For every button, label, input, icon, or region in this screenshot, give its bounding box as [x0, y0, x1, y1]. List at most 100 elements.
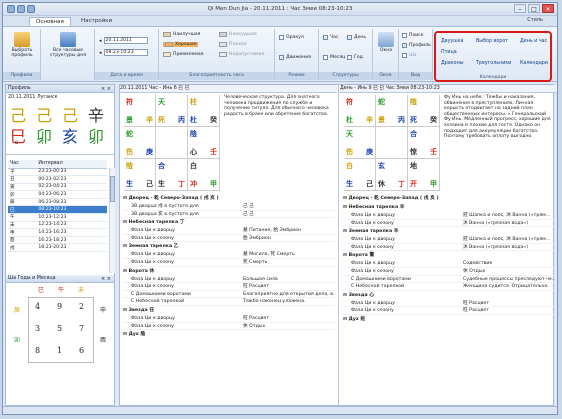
palace-cell[interactable]: 柱杜 癸	[188, 95, 220, 127]
table-row[interactable]: 申 14:23-16:23	[8, 228, 107, 237]
date-field[interactable]: 20.11.2011	[103, 37, 148, 44]
palace-glyph: 陰	[190, 129, 197, 138]
section-header[interactable]: ⊟ Земная тарелка 乙	[123, 243, 335, 251]
interval-cell: 10:23-12:23	[36, 213, 107, 222]
date-prev-icon[interactable]: ◂	[99, 38, 102, 44]
palace-cell[interactable]: 玄休 丁	[376, 159, 408, 191]
palace-cell[interactable]: 白生 己	[344, 159, 376, 191]
hour-cell: 申	[8, 228, 37, 237]
calendar-link-dragons[interactable]: Драконы	[441, 61, 464, 66]
table-row[interactable]: 寅 02:23-04:23	[8, 183, 107, 192]
info-section: ⊟ Ворота 休 Фаза Ци к дворцу Большая сила Фа…	[123, 268, 335, 306]
column-header-hour[interactable]: Час	[8, 160, 37, 169]
section-header[interactable]: ⊟ Звезда 任	[123, 307, 335, 315]
interval-cell: 14:23-16:23	[36, 228, 107, 237]
section-header[interactable]: ⊟ Дух 陰	[123, 331, 335, 339]
group-all-hours: Все часовые структуры дня	[41, 29, 95, 80]
palace-glyph: 天	[158, 97, 165, 106]
section-row: Фаза Ци к сезону 沐 Ванна («грязная вода»)	[343, 244, 555, 252]
calendar-link-dvuushka[interactable]: Двуушка	[441, 39, 463, 44]
month-checkbox[interactable]	[323, 55, 328, 60]
palace-cell[interactable]	[376, 127, 408, 159]
close-icon[interactable]: × ×	[101, 275, 111, 283]
section-header[interactable]: ⊟ Звезда 心	[343, 292, 555, 300]
close-icon[interactable]: × ×	[101, 85, 111, 93]
table-row[interactable]: 巳 08:23-10:23	[8, 205, 107, 215]
section-header[interactable]: ⊟ Ворота 休	[123, 268, 335, 276]
palace-glyph: 伤	[346, 147, 353, 156]
windows-button[interactable]: Окна	[376, 32, 396, 53]
calendar-link-gates[interactable]: Выбор ворот	[476, 39, 508, 44]
column-header-interval[interactable]: Интервал	[36, 160, 107, 169]
palace-cell[interactable]: 陰生 己	[124, 159, 156, 191]
tab-settings[interactable]: Настройки	[75, 17, 118, 26]
table-row[interactable]: 戌 18:23-20:23	[8, 243, 107, 253]
tab-main[interactable]: Основная	[29, 17, 71, 26]
palace-cell[interactable]: 符景 辛	[124, 95, 156, 127]
palace-glyph: 合	[410, 129, 417, 138]
oracle-checkbox[interactable]	[279, 35, 284, 40]
palace-glyph: 蛇	[126, 129, 133, 138]
section-row: Фаза Ци к сезону 旺 Расцвет	[343, 307, 555, 315]
section-row: 3В дворца 亥 в пустоте для 己 己	[123, 211, 335, 219]
section-row: С Небесной тарелкой Тяжба наконец улажена…	[123, 298, 335, 306]
palace-cell[interactable]	[156, 127, 188, 159]
interval-cell: 18:23-20:23	[36, 243, 107, 253]
table-row[interactable]: 午 10:23-12:23	[8, 213, 107, 222]
minimize-button[interactable]: –	[514, 4, 526, 13]
palace-cell[interactable]: 合生 丁	[156, 159, 188, 191]
palace-cell[interactable]: 蛇伤 庚	[124, 127, 156, 159]
palace-cell[interactable]: 天伤 庚	[344, 127, 376, 159]
palace-glyph: 休	[378, 179, 385, 188]
hour-checkbox[interactable]: ✓	[323, 35, 328, 40]
table-row[interactable]: 辰 06:23-08:23	[8, 198, 107, 207]
year-checkbox[interactable]	[347, 55, 352, 60]
palace-cell[interactable]: 符杜 辛	[344, 95, 376, 127]
luck-swatch	[219, 42, 227, 47]
hours-scrollbar[interactable]	[109, 168, 115, 273]
palace-cell[interactable]: 天死 丙	[156, 95, 188, 127]
style-menu[interactable]: Стиль	[527, 17, 543, 23]
calendar-link-bird[interactable]: Птица	[441, 50, 457, 55]
table-row[interactable]: 未 12:23-14:23	[8, 221, 107, 230]
palace-cell[interactable]: 陰死 癸	[408, 95, 440, 127]
profile-checkbox[interactable]: ✓	[402, 43, 407, 48]
palace-cell[interactable]: 陰心 壬	[188, 127, 220, 159]
search-checkbox[interactable]	[402, 33, 407, 38]
palace-cell[interactable]: 合惊 壬	[408, 127, 440, 159]
section-header[interactable]: ⊟ Ворота 驚	[343, 252, 555, 260]
calendar-link-day-hour[interactable]: День и час	[520, 39, 547, 44]
section-header[interactable]: ⊟ Дворец - 乾 Северо-Запад ( 戌 亥 )	[343, 195, 555, 203]
palace-cell[interactable]: 白冲 甲	[188, 159, 220, 191]
table-row[interactable]: 丑 00:23-02:23	[8, 175, 107, 184]
time-field[interactable]: 08:23-10:23	[103, 49, 148, 56]
palace-cell[interactable]: 蛇景 丙	[376, 95, 408, 127]
section-header[interactable]: ⊟ Дух 蛇	[343, 316, 555, 324]
table-row[interactable]: 卯 04:23-06:23	[8, 190, 107, 199]
section-header[interactable]: ⊟ Небесная тарелка 丁	[123, 219, 335, 227]
palace-cell[interactable]: 地开 甲	[408, 159, 440, 191]
calendar-link-triangles[interactable]: Треугольники	[476, 61, 511, 66]
section-header[interactable]: ⊟ Небесная тарелка 辛	[343, 204, 555, 212]
palace-glyph: 天	[346, 129, 353, 138]
section-header[interactable]: ⊟ Земная тарелка 辛	[343, 228, 555, 236]
select-profile-button[interactable]: Выбрать профиль	[5, 32, 39, 58]
table-row[interactable]: 酉 16:23-18:23	[8, 236, 107, 245]
section-row: 3В дворца 戌 в пустоте для 己 己	[123, 203, 335, 211]
interval-cell: 00:23-02:23	[36, 175, 107, 184]
all-hour-structures-button[interactable]: Все часовые структуры дня	[45, 32, 91, 58]
hour-palace-grid: 符景辛天死丙柱杜癸蛇伤庚陰心壬陰生己合生丁白冲甲	[124, 95, 220, 191]
section-header[interactable]: ⊟ Дворец - 乾 Северо-Запад ( 戌 亥 )	[123, 195, 335, 203]
close-button[interactable]: ×	[542, 4, 554, 13]
sha-checkbox[interactable]	[402, 53, 407, 58]
palace-glyph: 开	[410, 179, 417, 188]
scroll-thumb[interactable]	[110, 176, 115, 202]
maximize-button[interactable]: □	[528, 4, 540, 13]
table-row[interactable]: 子 23:23-00:23	[8, 168, 107, 177]
lo-shu-grid: 4 9 2 3 5 7 8 1 6	[28, 297, 94, 363]
time-prev-icon[interactable]: ◂	[99, 50, 102, 56]
calendar-link-calendars[interactable]: Календари	[520, 61, 548, 66]
lo-shu-panel-header: Ша Годы и Месяца × ×	[6, 275, 114, 283]
day-checkbox[interactable]: ✓	[347, 35, 352, 40]
movement-checkbox[interactable]: ✓	[279, 55, 284, 60]
